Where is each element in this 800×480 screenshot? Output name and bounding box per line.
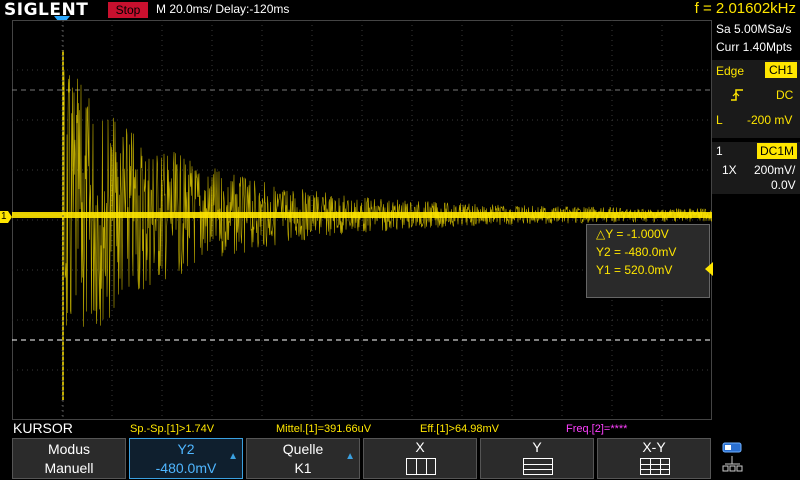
trigger-coupling: DC — [776, 88, 794, 102]
channel-number: 1 — [716, 144, 723, 158]
measurement-pkpk: Sp.-Sp.[1]>1.74V — [130, 423, 215, 435]
x-cursor-icon — [406, 458, 436, 475]
volts-per-div: 200mV/ — [754, 163, 796, 177]
cursor-marker-arrow — [705, 262, 713, 276]
frequency-counter: f = 2.01602kHz — [694, 0, 796, 17]
measurement-mean: Mittel.[1]=391.66uV — [276, 423, 372, 435]
channel-offset: 0.0V — [771, 178, 796, 192]
knob-adjust-icon: ▲ — [345, 451, 355, 462]
cursor-y-button[interactable]: Y — [480, 438, 594, 479]
source-button-label: Quelle — [282, 441, 324, 457]
cursor-x-button[interactable]: X — [363, 438, 477, 479]
cursor-x-label: X — [415, 439, 425, 455]
trigger-level-label: L — [716, 113, 723, 127]
trigger-level-value: -200 mV — [747, 113, 793, 127]
source-button[interactable]: Quelle K1 ▲ — [246, 438, 360, 479]
network-icon[interactable] — [722, 442, 746, 476]
channel-coupling-badge: DC1M — [757, 143, 797, 159]
mode-button[interactable]: Modus Manuell — [12, 438, 126, 479]
trigger-source-badge: CH1 — [765, 62, 797, 78]
channel1-marker-label: 1 — [1, 211, 7, 222]
y2-button-label: Y2 — [177, 441, 195, 457]
probe-attenuation: 1X — [722, 163, 737, 177]
y-cursor-icon — [523, 458, 553, 475]
cursor-xy-label: X-Y — [642, 439, 666, 455]
cursor-y-label: Y — [532, 439, 542, 455]
knob-adjust-icon: ▲ — [228, 451, 238, 462]
measurement-rms: Eff.[1]>64.98mV — [420, 423, 499, 435]
measurement-freq: Freq.[2]=**** — [566, 423, 628, 435]
y2-cursor-button[interactable]: Y2 -480.0mV ▲ — [129, 438, 243, 479]
sample-rate: Sa 5.00MSa/s — [716, 22, 792, 36]
cursor-delta-y: △Y = -1.000V — [596, 227, 669, 241]
run-stop-status[interactable]: Stop — [108, 2, 148, 18]
cursor-y2-value: Y2 = -480.0mV — [596, 245, 677, 259]
memory-depth: Curr 1.40Mpts — [716, 40, 793, 54]
rising-edge-icon — [731, 89, 743, 101]
cursor-xy-button[interactable]: X-Y — [597, 438, 711, 479]
xy-cursor-icon — [640, 458, 670, 475]
cursor-y1-value: Y1 = 520.0mV — [596, 263, 673, 277]
source-button-value: K1 — [294, 460, 312, 476]
mode-button-value: Manuell — [44, 460, 94, 476]
trigger-type: Edge — [716, 64, 745, 78]
mode-button-label: Modus — [47, 441, 91, 457]
y2-button-value: -480.0mV — [155, 460, 217, 476]
brand-logo: SIGLENT — [4, 0, 89, 20]
timebase-readout: M 20.0ms/ Delay:-120ms — [156, 2, 290, 16]
waveform-svg — [12, 20, 712, 420]
menu-mode-title: KURSOR — [13, 420, 73, 436]
